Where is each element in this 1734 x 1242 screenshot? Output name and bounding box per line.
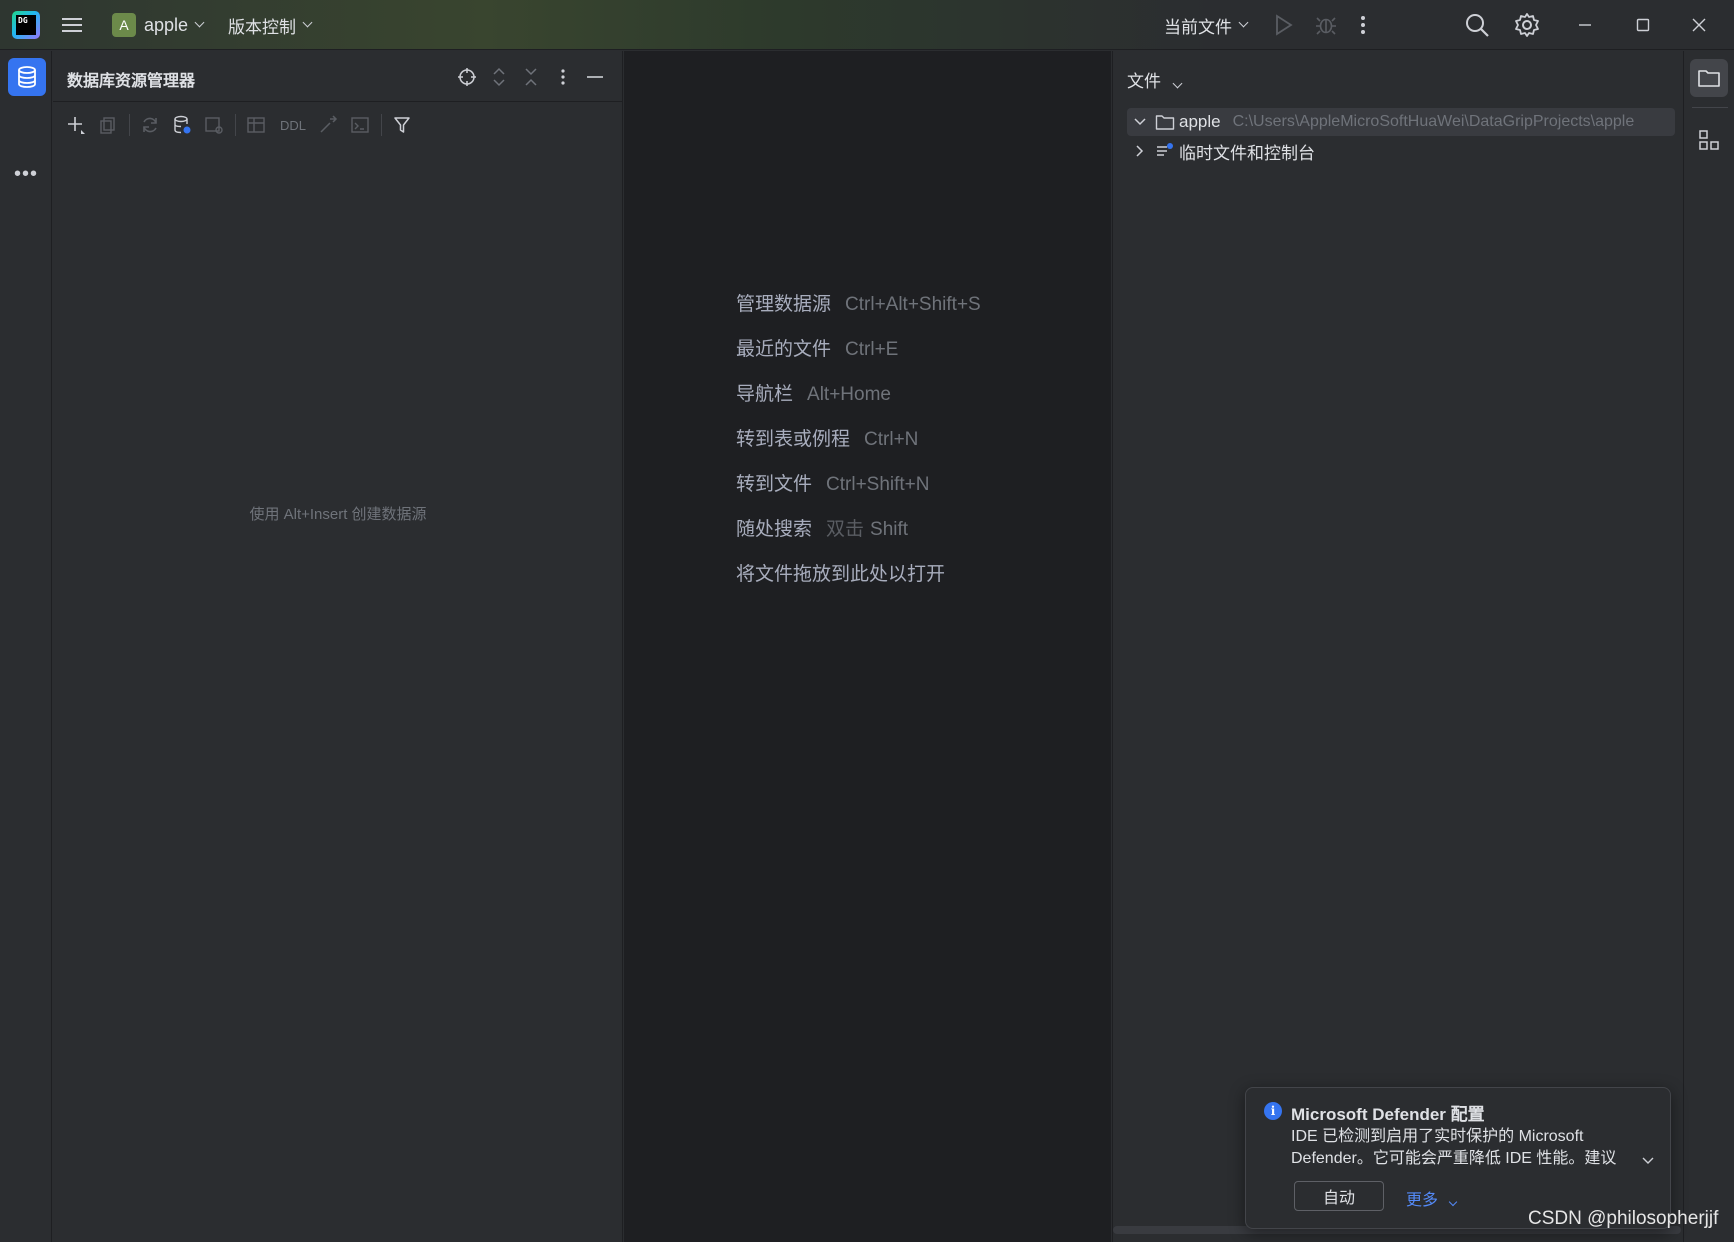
auto-configure-button[interactable]: 自动	[1294, 1181, 1384, 1211]
run-config-label: 当前文件	[1164, 17, 1232, 37]
chevron-down-icon	[194, 17, 205, 28]
run-icon[interactable]	[1274, 0, 1294, 50]
project-badge[interactable]: A	[112, 13, 136, 37]
filter-icon[interactable]	[391, 114, 413, 136]
vcs-menu[interactable]: 版本控制	[228, 0, 313, 50]
datagrip-logo-icon[interactable]: DG	[12, 11, 40, 39]
more-label: 更多	[1406, 1192, 1439, 1209]
right-tool-strip	[1683, 51, 1734, 1242]
chevron-down-icon	[1172, 78, 1183, 89]
files-view-selector[interactable]: 文件	[1127, 67, 1183, 92]
maximize-icon[interactable]	[1636, 0, 1650, 50]
hint-manage-data-sources: 管理数据源 Ctrl+Alt+Shift+S	[736, 289, 981, 334]
hint-action: 随处搜索	[736, 518, 813, 540]
hint-recent-files: 最近的文件 Ctrl+E	[736, 334, 981, 379]
refresh-icon[interactable]	[139, 114, 161, 136]
hint-go-to-file: 转到文件 Ctrl+Shift+N	[736, 469, 981, 514]
main-menu-icon[interactable]	[62, 0, 86, 50]
editor-hints: 管理数据源 Ctrl+Alt+Shift+S 最近的文件 Ctrl+E 导航栏 Alt…	[736, 289, 981, 604]
more-actions-link[interactable]: 更多	[1406, 1186, 1458, 1210]
vcs-label: 版本控制	[228, 17, 296, 37]
tree-item-label: apple	[1179, 112, 1221, 131]
locate-icon[interactable]	[455, 65, 479, 89]
notification-title: Microsoft Defender 配置	[1291, 1105, 1485, 1124]
watermark: CSDN @philosopherjjf	[1528, 1208, 1719, 1229]
editor-empty-area[interactable]: 管理数据源 Ctrl+Alt+Shift+S 最近的文件 Ctrl+E 导航栏 Alt…	[624, 51, 1111, 1242]
ddl-button[interactable]: DDL	[275, 114, 311, 136]
panel-title: 数据库资源管理器	[67, 73, 196, 90]
left-tool-strip: •••	[0, 51, 52, 1242]
add-icon[interactable]	[65, 114, 87, 136]
tree-item-scratches[interactable]: 临时文件和控制台	[1127, 137, 1315, 165]
project-selector[interactable]: apple	[144, 0, 205, 50]
chevron-down-icon	[302, 17, 313, 28]
hint-action: 将文件拖放到此处以打开	[736, 563, 946, 585]
hint-drop-files: 将文件拖放到此处以打开	[736, 559, 981, 604]
panel-options-icon[interactable]	[551, 65, 575, 89]
hint-shortcut: Ctrl+E	[845, 339, 899, 360]
project-tool-icon[interactable]	[1690, 59, 1728, 97]
expand-all-icon[interactable]	[487, 65, 511, 89]
hint-shortcut: Ctrl+Alt+Shift+S	[845, 294, 981, 315]
structure-tool-icon[interactable]	[1698, 129, 1720, 156]
folder-icon	[1155, 115, 1175, 130]
hide-panel-icon[interactable]	[583, 65, 607, 89]
logo-text: DG	[16, 15, 36, 35]
hint-action: 管理数据源	[736, 293, 832, 315]
copy-icon[interactable]	[97, 114, 119, 136]
debug-icon[interactable]	[1315, 0, 1337, 50]
more-actions-icon[interactable]	[1360, 0, 1366, 50]
chevron-down-icon	[1449, 1197, 1458, 1207]
chevron-right-icon	[1136, 145, 1144, 157]
hint-action: 转到文件	[736, 473, 813, 495]
hint-shortcut-prefix: 双击	[826, 518, 865, 540]
info-icon: i	[1264, 1102, 1282, 1120]
query-console-icon[interactable]	[203, 114, 225, 136]
hint-shortcut: Shift	[870, 519, 909, 540]
gear-icon[interactable]	[1514, 0, 1540, 50]
search-icon[interactable]	[1464, 0, 1490, 50]
chevron-down-icon[interactable]	[1642, 1152, 1654, 1170]
tree-item-project-root[interactable]: apple C:\Users\AppleMicroSoftHuaWei\Data…	[1127, 108, 1675, 136]
hint-shortcut: Ctrl+N	[864, 429, 919, 450]
project-files-panel: 文件 apple C:\Users\AppleMicroSoftHuaWei\D…	[1112, 51, 1682, 1242]
empty-state-hint: 使用 Alt+Insert 创建数据源	[249, 506, 427, 523]
more-tool-windows-icon[interactable]: •••	[14, 163, 38, 186]
close-icon[interactable]	[1692, 0, 1706, 50]
files-title: 文件	[1127, 72, 1161, 91]
hint-shortcut: Alt+Home	[807, 384, 891, 405]
jump-to-icon[interactable]	[317, 114, 339, 136]
hint-navigation-bar: 导航栏 Alt+Home	[736, 379, 981, 424]
chevron-down-icon	[1134, 118, 1146, 126]
chevron-down-icon	[1238, 17, 1249, 28]
hint-search-everywhere: 随处搜索 双击 Shift	[736, 514, 981, 559]
hint-action: 转到表或例程	[736, 428, 851, 450]
hint-go-to-table: 转到表或例程 Ctrl+N	[736, 424, 981, 469]
notification-body: IDE 已检测到启用了实时保护的 Microsoft Defender。它可能会…	[1291, 1128, 1617, 1167]
project-name: apple	[144, 14, 189, 35]
title-bar: DG A apple 版本控制 当前文件	[0, 0, 1734, 50]
database-explorer-tool-icon[interactable]	[8, 58, 46, 96]
tree-item-path: C:\Users\AppleMicroSoftHuaWei\DataGripPr…	[1232, 113, 1635, 130]
run-config-selector[interactable]: 当前文件	[1164, 0, 1249, 50]
hint-action: 最近的文件	[736, 338, 832, 360]
hint-shortcut: Ctrl+Shift+N	[826, 474, 930, 495]
data-source-properties-icon[interactable]	[171, 114, 193, 136]
console-icon[interactable]	[349, 114, 371, 136]
minimize-icon[interactable]	[1578, 0, 1592, 50]
tree-item-label: 临时文件和控制台	[1179, 143, 1315, 163]
collapse-all-icon[interactable]	[519, 65, 543, 89]
database-explorer-panel: 数据库资源管理器 DDL 使用 Alt+Insert 创建数据源	[53, 51, 623, 1242]
scratches-icon	[1157, 143, 1173, 156]
table-editor-icon[interactable]	[245, 114, 267, 136]
hint-action: 导航栏	[736, 383, 794, 405]
db-explorer-toolbar: DDL	[53, 101, 623, 147]
